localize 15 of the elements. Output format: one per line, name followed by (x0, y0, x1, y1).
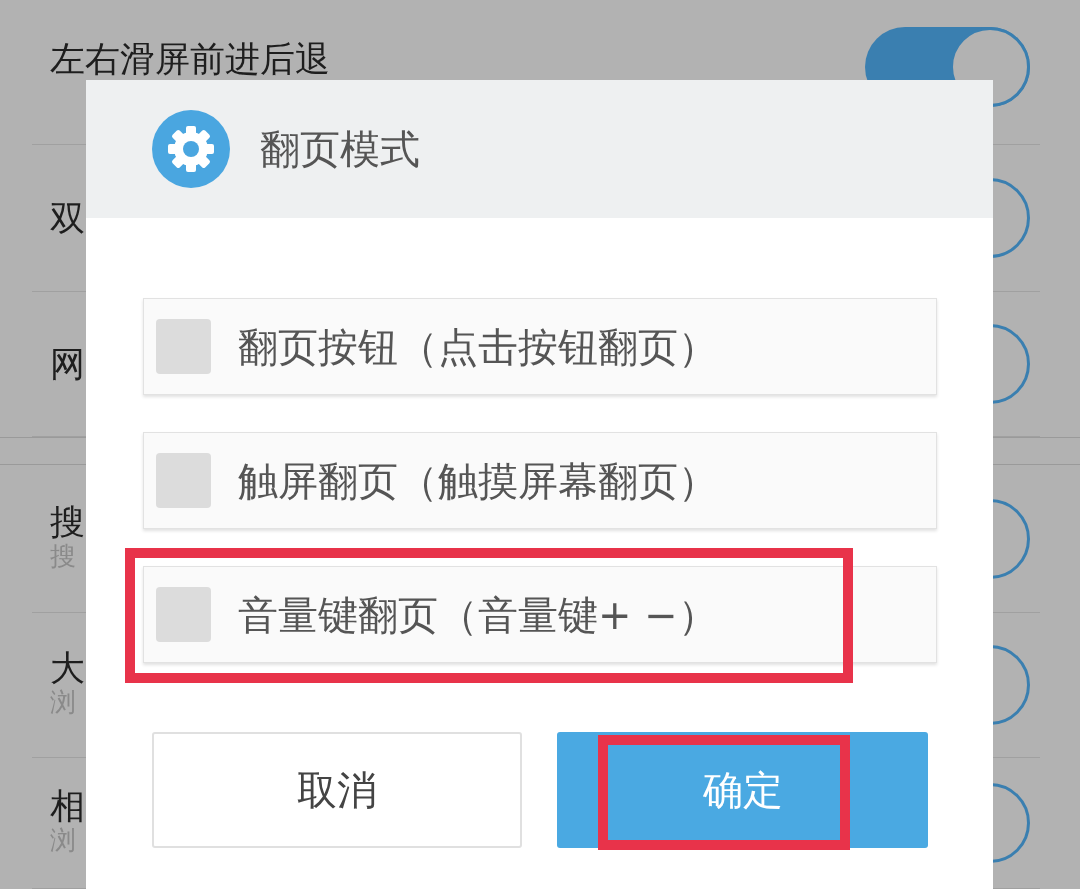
setting-title: 网 (50, 346, 85, 382)
option-row[interactable]: 音量键翻页（音量键+ −） (143, 566, 937, 663)
dialog-title: 翻页模式 (260, 125, 420, 174)
setting-title: 左右滑屏前进后退 (50, 42, 330, 77)
checkbox[interactable] (156, 587, 211, 642)
option-row[interactable]: 触屏翻页（触摸屏幕翻页） (143, 432, 937, 529)
setting-title: 搜 (50, 504, 85, 540)
setting-title: 双 (50, 200, 85, 236)
settings-icon (152, 110, 230, 188)
checkbox[interactable] (156, 453, 211, 508)
option-row[interactable]: 翻页按钮（点击按钮翻页） (143, 298, 937, 395)
setting-title: 相 (50, 789, 85, 825)
cancel-button[interactable]: 取消 (152, 732, 522, 848)
setting-title: 大 (50, 651, 85, 687)
checkbox[interactable] (156, 319, 211, 374)
